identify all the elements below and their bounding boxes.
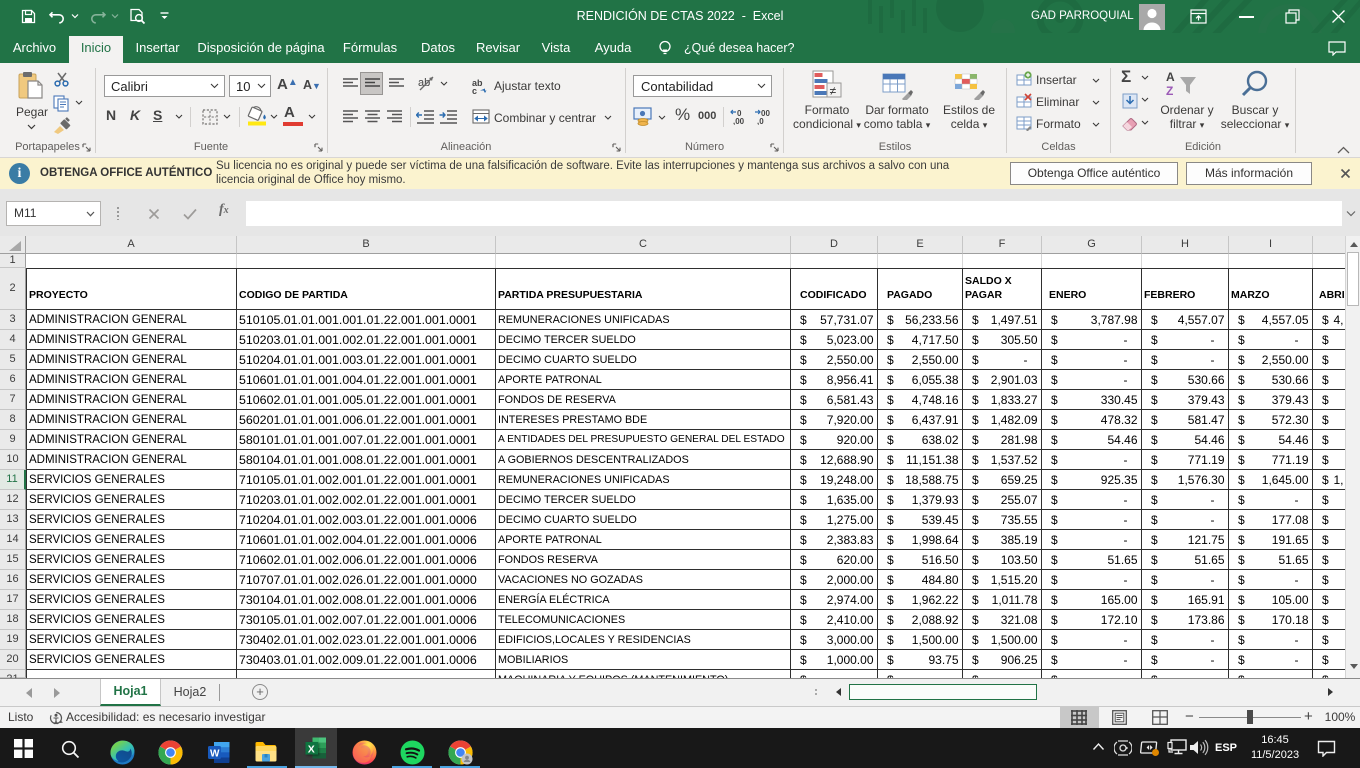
svg-text:≠: ≠ [830,84,837,98]
svg-text:W: W [210,749,220,760]
svg-text:A: A [1166,70,1175,84]
svg-text:,0: ,0 [757,117,764,125]
svg-text:X: X [308,743,315,755]
svg-text:ab: ab [418,77,430,89]
svg-text:c: c [472,86,477,94]
svg-text:,00: ,00 [733,117,745,125]
svg-text:Z: Z [1166,84,1173,98]
